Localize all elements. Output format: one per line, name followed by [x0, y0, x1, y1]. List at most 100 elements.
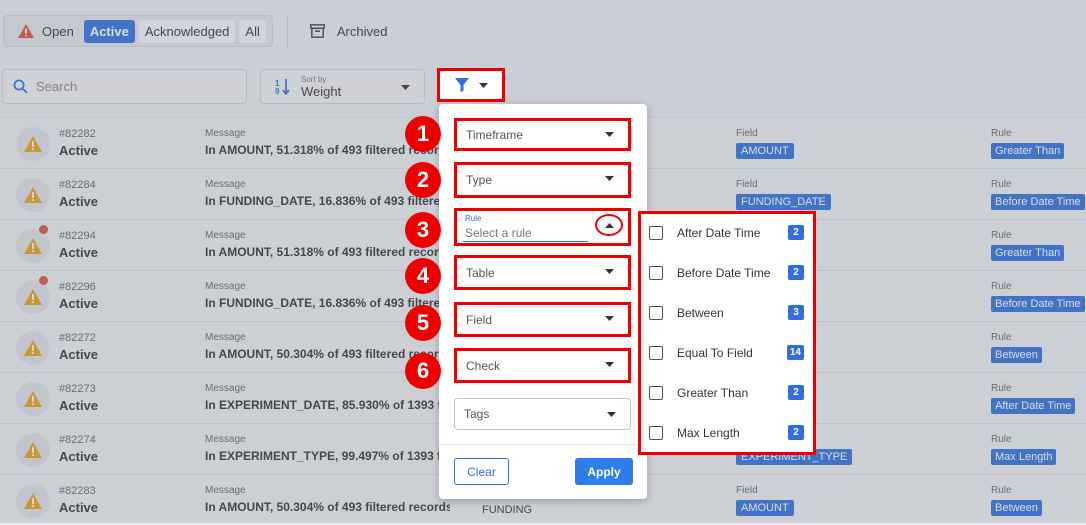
anomaly-id: #82273 — [59, 383, 96, 395]
rule-option-checkbox[interactable] — [649, 306, 663, 320]
tab-divider — [286, 15, 288, 47]
rule-option-checkbox[interactable] — [649, 386, 663, 400]
tab-all[interactable]: All — [239, 19, 266, 43]
rule-label: Rule — [991, 434, 1012, 445]
message-label: Message — [205, 128, 246, 139]
warning-icon — [24, 289, 42, 305]
rule-option-checkbox[interactable] — [649, 266, 663, 280]
chevron-down-icon — [607, 412, 616, 417]
rule-placeholder: Select a rule — [465, 226, 532, 240]
anomaly-status: Active — [59, 245, 99, 260]
field-tag: FUNDING_DATE — [736, 194, 831, 210]
rule-tag: Before Date Time — [991, 296, 1085, 312]
status-tabs: Open Active Acknowledged All Archived — [0, 0, 1086, 62]
rule-option-count: 3 — [788, 305, 804, 320]
rule-option-checkbox[interactable] — [649, 226, 663, 240]
anomaly-status: Active — [59, 398, 99, 413]
anomaly-id: #82294 — [59, 230, 96, 242]
rule-option-label: Greater Than — [677, 386, 749, 400]
anomaly-status: Active — [59, 194, 99, 209]
rule-option[interactable]: Max Length 2 — [649, 423, 804, 443]
warning-icon — [24, 238, 42, 254]
step-marker-2: 2 — [405, 162, 441, 198]
rule-tag: After Date Time — [991, 398, 1076, 414]
warning-icon — [24, 442, 42, 458]
search-input[interactable]: Search — [2, 69, 247, 104]
message-label: Message — [205, 485, 246, 496]
archive-icon — [309, 24, 325, 38]
status-tab-group: Open Active Acknowledged All — [3, 15, 273, 47]
tab-active[interactable]: Active — [83, 19, 135, 43]
warning-icon — [24, 136, 42, 152]
filter-button[interactable] — [437, 68, 505, 102]
rule-option[interactable]: Equal To Field 14 — [649, 343, 804, 363]
anomaly-badge — [16, 331, 50, 365]
table-select[interactable]: Table — [454, 255, 631, 290]
anomaly-badge — [16, 280, 50, 314]
rule-option-count: 2 — [788, 225, 804, 240]
rule-option-checkbox[interactable] — [649, 346, 663, 360]
anomaly-id: #82282 — [59, 128, 96, 140]
rule-tag: Greater Than — [991, 245, 1065, 261]
message-label: Message — [205, 230, 246, 241]
rule-option[interactable]: Between 3 — [649, 303, 804, 323]
anomaly-badge — [16, 382, 50, 416]
tags-select[interactable]: Tags — [454, 398, 631, 430]
anomaly-status: Active — [59, 500, 99, 515]
message-label: Message — [205, 179, 246, 190]
warning-icon — [18, 24, 34, 38]
rule-option-count: 14 — [786, 345, 804, 360]
search-icon — [13, 79, 28, 94]
chevron-down-icon — [478, 82, 488, 88]
check-select[interactable]: Check — [454, 348, 631, 383]
warning-icon — [24, 187, 42, 203]
check-label: Check — [466, 358, 501, 373]
rule-tag: Max Length — [991, 449, 1057, 465]
message-label: Message — [205, 281, 246, 292]
chevron-up-button[interactable] — [595, 214, 623, 236]
anomaly-badge — [16, 484, 50, 518]
step-marker-3: 3 — [405, 212, 441, 248]
rule-select[interactable]: Rule Select a rule — [454, 208, 631, 246]
anomaly-status: Active — [59, 449, 99, 464]
anomaly-badge — [16, 433, 50, 467]
warning-icon — [24, 391, 42, 407]
anomaly-id: #82274 — [59, 434, 96, 446]
filter-panel: Timeframe Type Rule Select a rule Table … — [439, 104, 647, 499]
timeframe-select[interactable]: Timeframe — [454, 118, 631, 151]
message-label: Message — [205, 383, 246, 394]
message-label: Message — [205, 434, 246, 445]
chevron-down-icon — [605, 316, 614, 321]
rule-option-label: After Date Time — [677, 226, 761, 240]
rule-option[interactable]: Before Date Time 2 — [649, 263, 804, 283]
panel-divider — [439, 444, 647, 445]
type-label: Type — [466, 173, 493, 187]
apply-button[interactable]: Apply — [575, 458, 633, 485]
field-label: Field — [736, 179, 758, 190]
rule-option[interactable]: After Date Time 2 — [649, 223, 804, 243]
message-text: In EXPERIMENT_DATE, 85.930% of 1393 filt… — [205, 398, 450, 412]
chevron-down-icon — [605, 132, 614, 137]
tab-open[interactable]: Open — [10, 20, 80, 43]
search-placeholder: Search — [36, 79, 78, 94]
sort-icon: 19 — [275, 79, 290, 95]
rule-option-label: Between — [677, 306, 724, 320]
rule-label: Rule — [991, 281, 1012, 292]
rule-option[interactable]: Greater Than 2 — [649, 383, 804, 403]
type-select[interactable]: Type — [454, 162, 631, 198]
tab-acknowledged[interactable]: Acknowledged — [138, 19, 236, 43]
rule-option-label: Max Length — [677, 426, 740, 440]
field-select[interactable]: Field — [454, 302, 631, 337]
anomaly-status: Active — [59, 296, 99, 311]
sort-select[interactable]: 19 Sort by Weight — [260, 69, 425, 104]
field-label: Field — [736, 128, 758, 139]
anomaly-id: #82284 — [59, 179, 96, 191]
clear-button[interactable]: Clear — [454, 458, 509, 485]
table-name: FUNDING — [482, 504, 533, 516]
message-text: In AMOUNT, 51.318% of 493 filtered recor… — [205, 245, 450, 259]
rule-option-label: Equal To Field — [677, 346, 753, 360]
rule-label: Rule — [991, 230, 1012, 241]
rule-option-checkbox[interactable] — [649, 426, 663, 440]
rule-options-list: After Date Time 2 Before Date Time 2 Between… — [638, 211, 816, 455]
tab-archived[interactable]: Archived — [309, 24, 387, 39]
